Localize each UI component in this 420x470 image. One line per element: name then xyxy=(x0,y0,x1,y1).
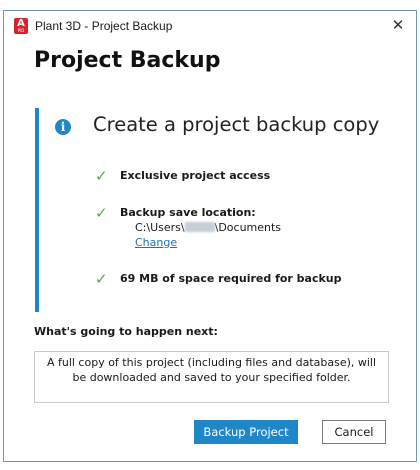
redacted-username xyxy=(184,222,215,232)
info-callout: i Create a project backup copy ✓ Exclusi… xyxy=(35,108,415,312)
dialog-heading: Project Backup xyxy=(34,48,221,73)
check-item-label: Exclusive project access xyxy=(120,169,271,182)
window-title: Plant 3D - Project Backup xyxy=(35,19,173,33)
app-logo-icon: A PID xyxy=(14,18,28,34)
backup-project-button[interactable]: Backup Project xyxy=(194,420,298,444)
change-location-link[interactable]: Change xyxy=(135,236,177,249)
check-item-label: 69 MB of space required for backup xyxy=(120,272,342,285)
check-item-label: Backup save location: xyxy=(120,206,256,219)
callout-title: Create a project backup copy xyxy=(93,113,380,136)
checkmark-icon: ✓ xyxy=(95,270,108,288)
next-steps-heading: What's going to happen next: xyxy=(34,325,218,338)
cancel-button[interactable]: Cancel xyxy=(322,420,386,444)
close-icon[interactable]: ✕ xyxy=(390,16,406,34)
dialog-window: A PID Plant 3D - Project Backup ✕ Projec… xyxy=(3,10,417,462)
checkmark-icon: ✓ xyxy=(95,204,108,222)
info-icon: i xyxy=(55,119,71,135)
app-logo-sub: PID xyxy=(17,28,25,33)
title-bar: A PID Plant 3D - Project Backup ✕ xyxy=(4,11,416,39)
checkmark-icon: ✓ xyxy=(95,167,108,185)
path-prefix: C:\Users\ xyxy=(135,221,185,234)
next-steps-description: A full copy of this project (including f… xyxy=(34,351,389,403)
save-location-path: C:\Users\ \Documents xyxy=(135,221,281,234)
path-suffix: \Documents xyxy=(214,221,282,234)
